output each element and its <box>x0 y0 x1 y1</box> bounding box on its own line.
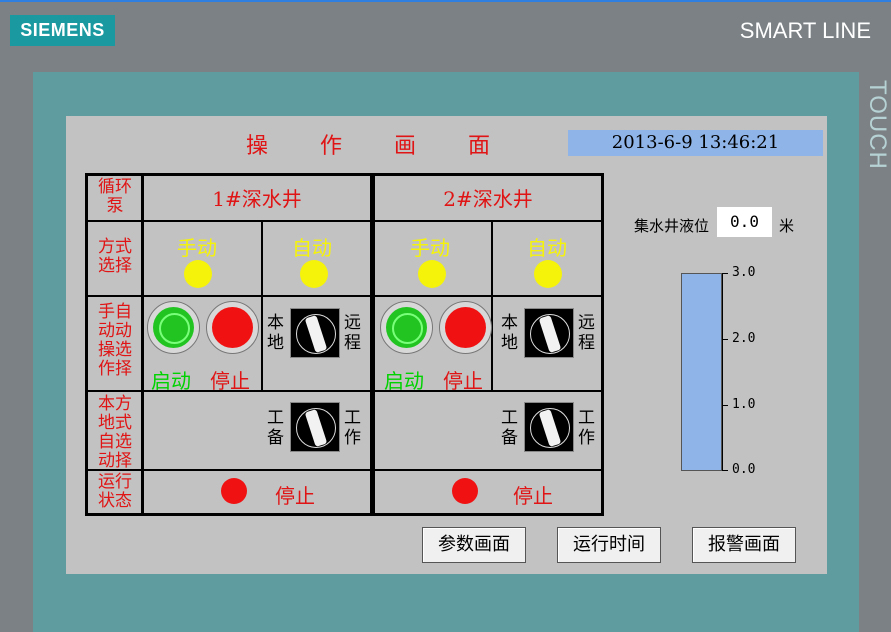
alarm-screen-button[interactable]: 报警画面 <box>692 527 796 563</box>
well-1-local-remote-switch[interactable] <box>290 308 340 358</box>
page-title: 操作画面 <box>246 128 542 160</box>
grid-line <box>85 173 88 516</box>
level-scale-axis <box>722 273 723 471</box>
stop-button-face <box>445 307 486 348</box>
scale-label: 0.0 <box>732 462 756 477</box>
well-2-manual-lamp <box>418 260 446 288</box>
level-value-field: 0.0 <box>717 207 772 237</box>
start-button-face <box>153 307 194 348</box>
scale-tick <box>723 339 728 340</box>
well-1-status-lamp <box>221 478 247 504</box>
well-2-status-text: 停止 <box>513 484 553 508</box>
top-stripe <box>0 0 891 2</box>
scale-tick <box>723 273 728 274</box>
touch-text: TOUCH <box>864 80 891 170</box>
grid-line <box>601 173 604 516</box>
well-1-work-label: 工作 <box>344 408 361 448</box>
well-1-standby-label: 工备 <box>267 408 284 448</box>
level-unit: 米 <box>779 217 795 235</box>
scale-tick <box>723 405 728 406</box>
title-char: 画 <box>394 134 417 159</box>
grid-line <box>85 469 604 471</box>
grid-line <box>141 173 144 516</box>
well-1-stop-button[interactable] <box>206 301 259 354</box>
title-char: 作 <box>320 134 343 159</box>
datetime-display: 2013-6-9 13:46:21 <box>568 130 823 156</box>
stop-button-face <box>212 307 253 348</box>
scale-label: 3.0 <box>732 265 756 280</box>
well-2-stop-label: 停止 <box>443 369 483 393</box>
well-1-standby-work-switch[interactable] <box>290 402 340 452</box>
row-label-pump: 循环 泵 <box>98 177 132 216</box>
well-1-start-button[interactable] <box>147 301 200 354</box>
well-1-auto-label: 自动 <box>292 236 332 260</box>
start-button-face <box>386 307 427 348</box>
well-2-start-label: 启动 <box>384 369 424 393</box>
well-2-local-label: 本地 <box>501 313 518 353</box>
touch-label: TOUCH <box>858 80 891 180</box>
grid-line <box>85 295 604 297</box>
row-label-manual-auto: 手自 动动 操选 作择 <box>98 302 132 379</box>
well-2-work-label: 工作 <box>578 408 595 448</box>
level-label: 集水井液位 <box>634 217 710 235</box>
well-2-start-button[interactable] <box>380 301 433 354</box>
siemens-logo: SIEMENS <box>10 15 115 46</box>
grid-line <box>85 173 604 176</box>
scale-tick <box>723 470 728 471</box>
grid-line <box>491 220 493 391</box>
grid-line <box>85 513 604 516</box>
level-bar <box>681 273 722 471</box>
grid-line <box>370 173 375 516</box>
runtime-button[interactable]: 运行时间 <box>557 527 661 563</box>
well-2-manual-label: 手动 <box>410 236 450 260</box>
well-1-manual-label: 手动 <box>177 236 217 260</box>
well-1-auto-lamp <box>300 260 328 288</box>
well-2-standby-work-switch[interactable] <box>524 402 574 452</box>
model-label: SMART LINE <box>739 18 871 43</box>
row-label-mode: 方式 选择 <box>98 237 132 276</box>
title-char: 面 <box>468 134 491 159</box>
well-2-stop-button[interactable] <box>439 301 492 354</box>
title-char: 操 <box>246 134 269 159</box>
well-1-local-label: 本地 <box>267 313 284 353</box>
well-1-stop-label: 停止 <box>210 369 250 393</box>
row-label-local-mode: 本方 地式 自选 动择 <box>98 394 132 471</box>
well-1-title: 1#深水井 <box>212 187 302 211</box>
params-screen-button[interactable]: 参数画面 <box>422 527 526 563</box>
well-2-title: 2#深水井 <box>443 187 533 211</box>
well-1-start-label: 启动 <box>151 369 191 393</box>
well-2-remote-label: 远程 <box>578 313 595 353</box>
scale-label: 2.0 <box>732 331 756 346</box>
grid-line <box>85 220 604 222</box>
scale-label: 1.0 <box>732 397 756 412</box>
well-2-standby-label: 工备 <box>501 408 518 448</box>
grid-line <box>261 220 263 391</box>
well-2-auto-lamp <box>534 260 562 288</box>
well-1-remote-label: 远程 <box>344 313 361 353</box>
well-2-status-lamp <box>452 478 478 504</box>
well-2-local-remote-switch[interactable] <box>524 308 574 358</box>
well-2-auto-label: 自动 <box>527 236 567 260</box>
row-label-run-status: 运行 状态 <box>98 472 132 511</box>
well-1-status-text: 停止 <box>275 484 315 508</box>
well-1-manual-lamp <box>184 260 212 288</box>
